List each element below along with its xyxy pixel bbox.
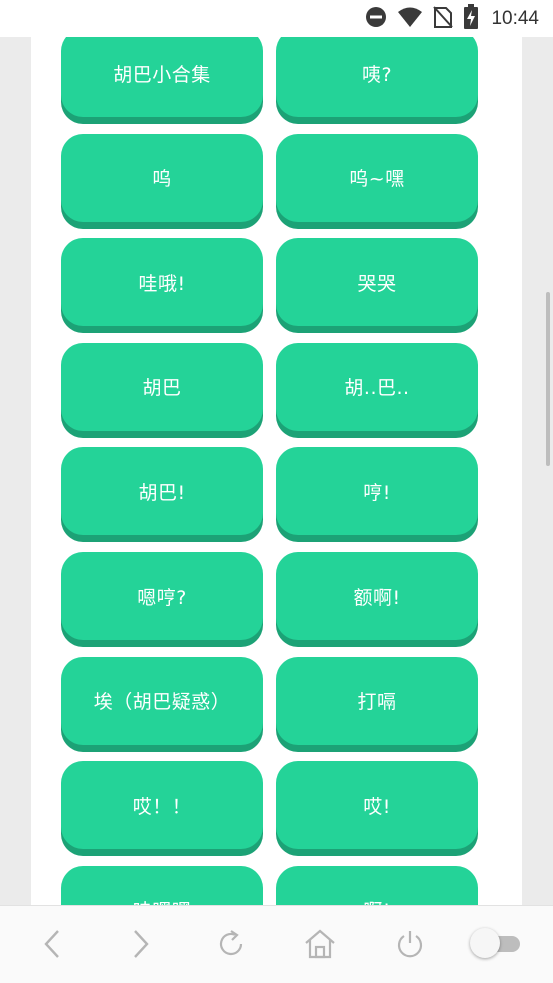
power-icon [394, 928, 426, 964]
sound-button[interactable]: 哎！！ [61, 761, 263, 850]
sound-button[interactable]: 哎! [276, 761, 478, 850]
forward-icon [129, 929, 153, 963]
back-icon [40, 929, 64, 963]
no-sim-icon [433, 5, 454, 33]
sound-button[interactable]: 埃（胡巴疑惑） [61, 656, 263, 745]
status-icons: 10:44 [365, 4, 539, 34]
refresh-button[interactable] [209, 924, 253, 968]
forward-button[interactable] [119, 924, 163, 968]
home-icon [303, 928, 337, 964]
back-button[interactable] [30, 924, 74, 968]
status-time: 10:44 [491, 8, 539, 29]
toggle-switch[interactable] [470, 928, 522, 958]
sound-button[interactable]: 哭哭 [276, 238, 478, 327]
sound-button[interactable]: 呜~嘿 [276, 133, 478, 222]
toggle-knob [470, 928, 500, 958]
sound-button-panel: 胡巴小合集 咦? 呜呜~嘿 哇哦! 哭哭 胡巴 胡..巴.. 胡巴! 哼! 嗯哼? 额啊! 埃（胡巴疑… [31, 37, 522, 905]
sound-button[interactable]: 咦? [276, 37, 478, 117]
refresh-icon [215, 928, 247, 964]
home-button[interactable] [298, 924, 342, 968]
app-screen: 10:44 胡巴小合集 咦? 呜呜~嘿 哇哦! 哭哭 胡巴 胡..巴.. 胡巴! 哼! 嗯哼? 额啊… [0, 0, 553, 983]
sound-button[interactable]: 胡巴 [61, 342, 263, 431]
do-not-disturb-icon [365, 6, 387, 32]
content-area[interactable]: 胡巴小合集 咦? 呜呜~嘿 哇哦! 哭哭 胡巴 胡..巴.. 胡巴! 哼! 嗯哼? 额啊! 埃（胡巴疑… [0, 37, 553, 905]
sound-button[interactable]: 额啊! [276, 552, 478, 640]
sound-button[interactable]: 呜 [61, 133, 263, 222]
wifi-icon [397, 6, 423, 32]
status-bar: 10:44 [0, 0, 553, 37]
sound-button[interactable]: 打嗝 [276, 656, 478, 745]
sound-button[interactable]: 胡巴小合集 [61, 37, 263, 117]
sound-button[interactable]: 哇哦! [61, 238, 263, 327]
sound-button[interactable]: 啊! [276, 865, 478, 905]
sound-button[interactable]: 胡巴! [61, 447, 263, 536]
power-button[interactable] [388, 924, 432, 968]
sound-button[interactable]: 哇嘿嘿 [61, 865, 263, 905]
scrollbar-thumb[interactable] [546, 292, 550, 466]
battery-charging-icon [463, 4, 479, 34]
sound-button[interactable]: 嗯哼? [61, 552, 263, 640]
sound-button[interactable]: 胡..巴.. [276, 342, 478, 431]
sound-button[interactable]: 哼! [276, 447, 478, 536]
